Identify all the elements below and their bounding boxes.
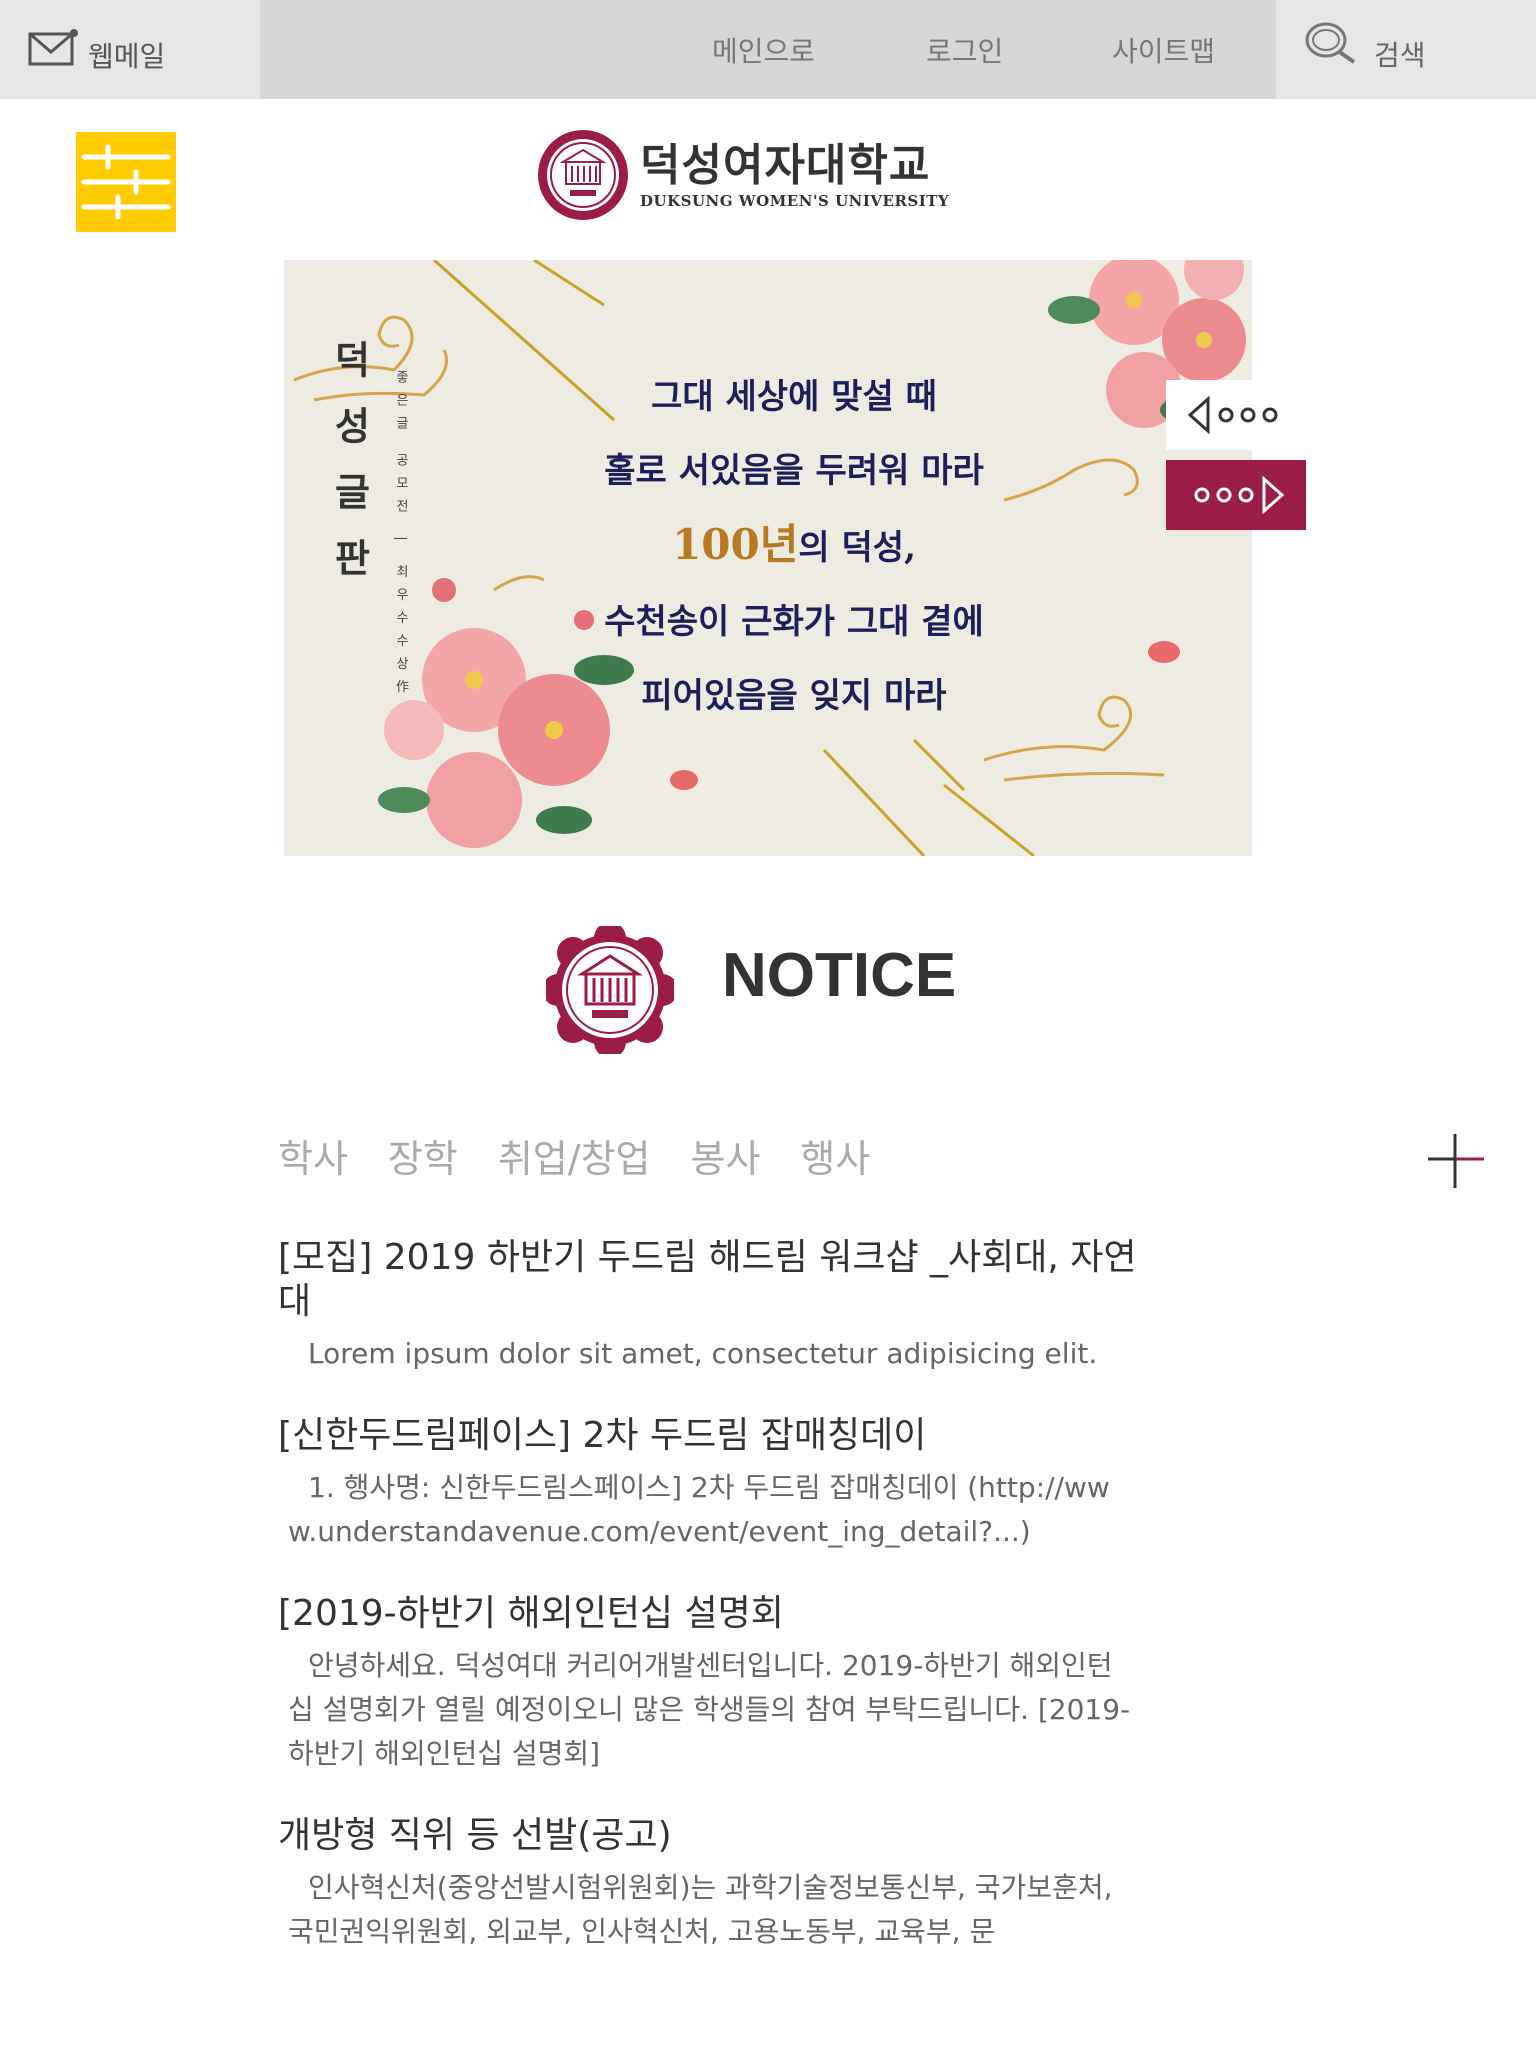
notice-item-desc: 인사혁신처(중앙선발시험위원회)는 과학기술정보통신부, 국가보훈처, 국민권익… (288, 1871, 1113, 1948)
banner-poem: 그대 세상에 맞설 때 홀로 서있음을 두려워 마라 100년의 덕성, 수천송… (584, 360, 1004, 733)
notice-item-desc: 안녕하세요. 덕성여대 커리어개발센터입니다. 2019-하반기 해외인턴십 설… (288, 1649, 1131, 1770)
tab-employment[interactable]: 취업/창업 (498, 1128, 651, 1183)
tab-scholarship[interactable]: 장학 (388, 1128, 458, 1183)
poem-line: 수천송이 근화가 그대 곁에 (604, 602, 984, 642)
notice-more-button[interactable] (1424, 1130, 1486, 1192)
logo-korean-text: 덕성여자대학교 (640, 140, 931, 191)
university-emblem (538, 130, 628, 220)
list-item[interactable]: [모집] 2019 하반기 두드림 해드림 워크샵 _사회대, 자연대 Lore… (278, 1236, 1138, 1376)
search-icon (1304, 20, 1358, 70)
university-emblem (542, 922, 678, 1058)
banner-vertical-subtitle: 좋은글 공모전 | 최우수수상作 (393, 370, 408, 703)
notice-item-title: [신한두드림페이스] 2차 두드림 잡매칭데이 (278, 1415, 927, 1456)
plus-icon (1428, 1134, 1484, 1188)
nav-main-link[interactable]: 메인으로 (712, 30, 815, 70)
mail-icon (28, 28, 78, 72)
poem-line: 100년의 덕성, (584, 508, 1004, 585)
search-button[interactable]: 검색 (1304, 16, 1426, 74)
notice-list: [모집] 2019 하반기 두드림 해드림 워크샵 _사회대, 자연대 Lore… (278, 1236, 1138, 1992)
university-logo[interactable]: 덕성여자대학교 DUKSUNG WOMEN'S UNIVERSITY (536, 128, 949, 222)
banner-vertical-title: 덕성글판 (327, 340, 372, 604)
poem-line-suffix: 의 덕성, (798, 528, 916, 568)
main-banner[interactable]: 덕성글판 좋은글 공모전 | 최우수수상作 그대 세상에 맞설 때 홀로 서있음… (284, 260, 1252, 856)
top-bar: 웹메일 메인으로 로그인 사이트맵 검색 (0, 0, 1536, 99)
webmail-link[interactable]: 웹메일 (28, 20, 165, 80)
nav-login-link[interactable]: 로그인 (926, 30, 1003, 70)
poem-line: 피어있음을 잊지 마라 (641, 676, 947, 716)
poem-line: 홀로 서있음을 두려워 마라 (604, 451, 984, 491)
banner-vertical-caption: 덕성글판 좋은글 공모전 | 최우수수상作 (322, 340, 410, 703)
banner-next-button[interactable] (1166, 460, 1306, 530)
list-item[interactable]: 개방형 직위 등 선발(공고) 인사혁신처(중앙선발시험위원회)는 과학기술정보… (278, 1814, 1138, 1954)
poem-highlight: 100년 (672, 520, 799, 569)
notice-title: NOTICE (722, 941, 957, 1010)
tab-volunteer[interactable]: 봉사 (691, 1128, 761, 1183)
webmail-label: 웹메일 (88, 40, 166, 73)
notice-item-title: [모집] 2019 하반기 두드림 해드림 워크샵 _사회대, 자연대 (278, 1237, 1137, 1322)
poem-line: 그대 세상에 맞설 때 (651, 377, 937, 417)
list-item[interactable]: [2019-하반기 해외인턴십 설명회 안녕하세요. 덕성여대 커리어개발센터입… (278, 1592, 1138, 1776)
next-arrow-icon (1194, 475, 1285, 515)
menu-button[interactable] (76, 132, 176, 232)
list-item[interactable]: [신한두드림페이스] 2차 두드림 잡매칭데이 1. 행사명: 신한두드림스페이… (278, 1414, 1138, 1554)
notice-item-desc: 1. 행사명: 신한두드림스페이스] 2차 두드림 잡매칭데이 (http://… (288, 1471, 1110, 1548)
prev-arrow-icon (1187, 395, 1278, 435)
tab-events[interactable]: 행사 (800, 1128, 870, 1183)
notice-emblem (542, 922, 678, 1058)
menu-sliders-icon (81, 144, 171, 220)
notice-item-desc: Lorem ipsum dolor sit amet, consectetur … (308, 1337, 1098, 1370)
notice-item-title: 개방형 직위 등 선발(공고) (278, 1815, 672, 1856)
search-label: 검색 (1374, 39, 1426, 72)
logo-english-text: DUKSUNG WOMEN'S UNIVERSITY (640, 192, 950, 210)
notice-item-title: [2019-하반기 해외인턴십 설명회 (278, 1593, 784, 1634)
notice-tabs: 학사 장학 취업/창업 봉사 행사 (278, 1128, 870, 1183)
banner-prev-button[interactable] (1166, 380, 1306, 450)
tab-academic[interactable]: 학사 (278, 1128, 348, 1183)
nav-sitemap-link[interactable]: 사이트맵 (1112, 30, 1215, 70)
